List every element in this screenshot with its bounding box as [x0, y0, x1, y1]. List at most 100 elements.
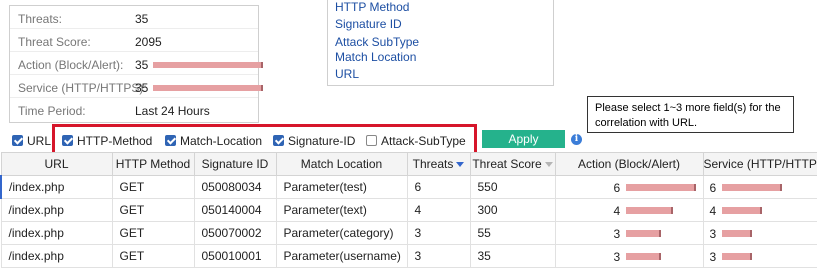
- table-row[interactable]: /index.php GET 050080034 Parameter(test) 6 55…: [0, 175, 817, 199]
- filter-signature-id[interactable]: Signature-ID: [273, 133, 355, 148]
- score-value: 2095: [135, 35, 162, 49]
- col-threats[interactable]: Threats: [406, 152, 471, 176]
- period-value: Last 24 Hours: [135, 104, 210, 118]
- apply-button[interactable]: Apply: [482, 130, 565, 148]
- action-bar: [625, 230, 661, 237]
- period-label: Time Period:: [18, 104, 86, 118]
- score-label: Threat Score:: [18, 35, 91, 49]
- cell-match-location: Parameter(category): [275, 221, 408, 245]
- service-bar: [721, 184, 782, 191]
- action-bar: [625, 207, 673, 214]
- cell-threats: 3: [406, 244, 471, 268]
- correlation-tooltip: Please select 1~3 more field(s) for the …: [587, 96, 794, 133]
- col-http-method[interactable]: HTTP Method: [111, 152, 195, 176]
- cell-threat-score: 550: [469, 175, 556, 199]
- cell-action: 6: [554, 175, 704, 199]
- summary-action: Action (Block/Alert): 35: [10, 52, 263, 75]
- service-label: Service (HTTP/HTTPS):: [18, 81, 147, 95]
- table-header-row: URL HTTP Method Signature ID Match Locat…: [0, 152, 817, 176]
- action-bar: [153, 62, 263, 68]
- cell-threat-score: 300: [469, 198, 556, 222]
- cell-threats: 3: [406, 221, 471, 245]
- summary-period: Time Period: Last 24 Hours: [10, 98, 258, 121]
- url-checkbox[interactable]: [12, 135, 23, 147]
- action-value: 35: [135, 58, 149, 72]
- filter-http-method[interactable]: HTTP-Method: [62, 133, 152, 148]
- cell-action: 3: [554, 244, 704, 268]
- action-label: Action (Block/Alert):: [18, 58, 124, 72]
- summary-panel: Threats: 35 Threat Score: 2095 Action (B…: [9, 5, 263, 123]
- table-row[interactable]: /index.php GET 050070002 Parameter(category…: [0, 221, 817, 245]
- cell-service: 4: [702, 198, 817, 222]
- cell-match-location: Parameter(username): [275, 244, 408, 268]
- results-table: URL HTTP Method Signature ID Match Locat…: [0, 152, 817, 268]
- service-value: 35: [135, 81, 149, 95]
- cell-signature-id: 050140004: [193, 198, 277, 222]
- field-option-http-method[interactable]: HTTP Method: [335, 0, 409, 14]
- cell-signature-id: 050010001: [193, 244, 277, 268]
- threats-value: 35: [135, 12, 149, 26]
- field-option-signature-id[interactable]: Signature ID: [335, 17, 402, 31]
- service-bar: [721, 207, 762, 214]
- service-count: 3: [709, 250, 717, 264]
- cell-threats: 4: [406, 198, 471, 222]
- cell-method: GET: [111, 244, 195, 268]
- info-icon[interactable]: i: [571, 134, 582, 145]
- table-body: /index.php GET 050080034 Parameter(test) 6 55…: [0, 175, 817, 268]
- cell-url: /index.php: [0, 198, 113, 222]
- cell-action: 4: [554, 198, 704, 222]
- field-option-match-location[interactable]: Match Location: [335, 50, 416, 64]
- sort-icon[interactable]: [544, 162, 553, 168]
- summary-service: Service (HTTP/HTTPS): 35: [10, 75, 263, 98]
- summary-score: Threat Score: 2095: [10, 29, 258, 52]
- filter-url[interactable]: URL: [12, 133, 51, 148]
- service-bar: [153, 85, 263, 91]
- cell-action: 3: [554, 221, 704, 245]
- cell-service: 6: [702, 175, 817, 199]
- field-option-attack-subtype[interactable]: Attack SubType: [335, 35, 419, 49]
- cell-threats: 6: [406, 175, 471, 199]
- threats-label: Threats:: [18, 12, 63, 26]
- cell-method: GET: [111, 198, 195, 222]
- cell-url: /index.php: [0, 175, 113, 199]
- cell-match-location: Parameter(text): [275, 198, 408, 222]
- table-row[interactable]: /index.php GET 050010001 Parameter(username…: [0, 244, 817, 268]
- filter-attack-subtype[interactable]: Attack-SubType: [366, 133, 466, 148]
- action-count: 3: [613, 227, 621, 241]
- action-count: 3: [613, 250, 621, 264]
- cell-threat-score: 35: [469, 244, 556, 268]
- cell-url: /index.php: [0, 221, 113, 245]
- cell-signature-id: 050070002: [193, 221, 277, 245]
- col-action[interactable]: Action (Block/Alert): [554, 152, 704, 176]
- cell-signature-id: 050080034: [193, 175, 277, 199]
- service-bar: [721, 230, 752, 237]
- attack-subtype-checkbox[interactable]: [366, 135, 377, 147]
- summary-threats: Threats: 35: [10, 6, 258, 29]
- signature-id-checkbox[interactable]: [273, 135, 284, 147]
- cell-url: /index.php: [0, 244, 113, 268]
- col-url[interactable]: URL: [0, 152, 113, 176]
- table-row[interactable]: /index.php GET 050140004 Parameter(text) 4 30…: [0, 198, 817, 222]
- filter-match-location[interactable]: Match-Location: [165, 133, 262, 148]
- service-count: 6: [709, 181, 717, 195]
- action-bar: [625, 184, 696, 191]
- col-match-location[interactable]: Match Location: [275, 152, 408, 176]
- sort-desc-icon[interactable]: [456, 162, 465, 168]
- col-service[interactable]: Service (HTTP/HTTPS): [702, 152, 817, 176]
- field-dropdown-list: HTTP Method Signature ID Attack SubType …: [327, 0, 554, 86]
- cell-method: GET: [111, 221, 195, 245]
- action-count: 4: [613, 204, 621, 218]
- service-count: 4: [709, 204, 717, 218]
- col-threat-score[interactable]: Threat Score: [469, 152, 556, 176]
- action-bar: [625, 253, 661, 260]
- cell-threat-score: 55: [469, 221, 556, 245]
- col-signature-id[interactable]: Signature ID: [193, 152, 277, 176]
- service-count: 3: [709, 227, 717, 241]
- match-location-checkbox[interactable]: [165, 135, 176, 147]
- http-method-checkbox[interactable]: [62, 135, 73, 147]
- cell-service: 3: [702, 221, 817, 245]
- cell-match-location: Parameter(test): [275, 175, 408, 199]
- action-count: 6: [613, 181, 621, 195]
- field-option-url[interactable]: URL: [335, 67, 359, 81]
- service-bar: [721, 253, 752, 260]
